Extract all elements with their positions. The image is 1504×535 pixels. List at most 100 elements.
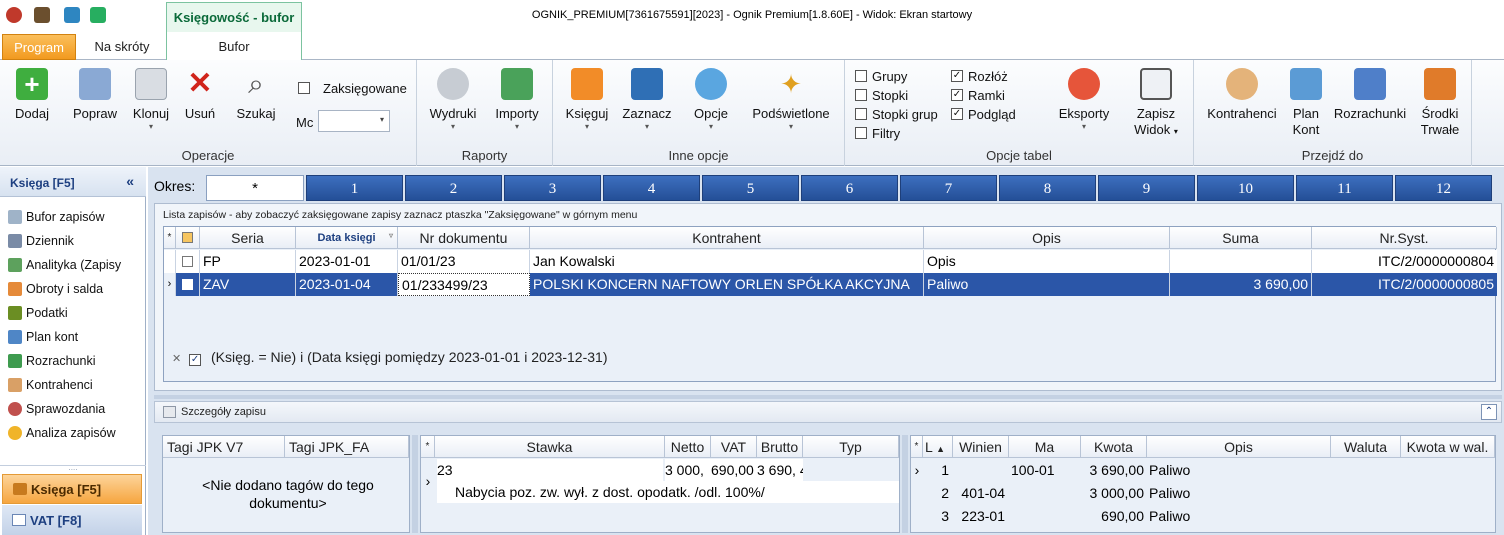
eksporty-button[interactable]: Eksporty ▾ [1051, 68, 1117, 132]
app-icon[interactable] [6, 7, 22, 23]
col-header-stawka[interactable]: Stawka [435, 436, 665, 458]
panel-splitter[interactable] [154, 395, 1502, 399]
nav-ksiega-button[interactable]: Księga [F5] [2, 474, 142, 504]
wydruki-button[interactable]: Wydruki ▾ [427, 68, 479, 132]
col-header-tagi-jpk-fa[interactable]: Tagi JPK_FA [285, 436, 409, 458]
cell-kwota[interactable]: 3 690,00 [1081, 459, 1147, 481]
okres-tab-8[interactable]: 8 [999, 175, 1096, 201]
tags-splitter[interactable] [412, 435, 418, 533]
vat-splitter[interactable] [902, 435, 908, 533]
quick-access-icon[interactable] [64, 7, 80, 23]
filter-icon[interactable]: ▿ [389, 225, 393, 247]
filter-enabled-checkbox[interactable]: ✓ [189, 354, 202, 366]
col-header-netto[interactable]: Netto [665, 436, 711, 458]
col-header-brutto[interactable]: Brutto [757, 436, 803, 458]
cell-nr-dokumentu[interactable]: 01/01/23 [398, 250, 530, 273]
tab-na-skroty[interactable]: Na skróty [80, 32, 164, 60]
nav-vat-button[interactable]: VAT [F8] [2, 505, 142, 535]
mc-select[interactable]: ▾ [318, 110, 390, 132]
cell-suma[interactable] [1170, 250, 1312, 273]
cell-brutto[interactable]: 3 690, 4 [757, 459, 803, 481]
szukaj-button[interactable]: ⌕ Szukaj [232, 68, 280, 122]
okres-tab-4[interactable]: 4 [603, 175, 700, 201]
rozloz-box-checked[interactable]: ✓ [951, 70, 963, 82]
okres-tab-10[interactable]: 10 [1197, 175, 1294, 201]
select-all-checkbox[interactable] [176, 227, 200, 249]
sidebar-item-podatki[interactable]: Podatki [8, 302, 144, 324]
cell-opis-entry[interactable]: Paliwo [1147, 459, 1331, 481]
cell-winien[interactable]: 401-04 [953, 482, 1009, 504]
cell-nr-syst[interactable]: ITC/2/0000000804 [1312, 250, 1497, 273]
sidebar-item-analiza-zapisow[interactable]: Analiza zapisów [8, 422, 144, 444]
okres-tab-6[interactable]: 6 [801, 175, 898, 201]
col-header-tagi-jpk-v7[interactable]: Tagi JPK V7 [163, 436, 285, 458]
rozrachunki-button[interactable]: Rozrachunki [1332, 68, 1408, 122]
col-header-waluta[interactable]: Waluta [1331, 436, 1401, 458]
col-header-opis-entry[interactable]: Opis [1147, 436, 1331, 458]
cell-winien[interactable]: 223-01 [953, 505, 1009, 527]
stopki-box[interactable] [855, 89, 867, 101]
col-header-typ[interactable]: Typ [803, 436, 899, 458]
col-header-l[interactable]: L ▲ [923, 436, 953, 458]
podglad-checkbox[interactable]: ✓ Podgląd [951, 105, 1016, 123]
stopki-grup-checkbox[interactable]: Stopki grup [855, 105, 938, 123]
plan-kont-button[interactable]: Plan Kont [1286, 68, 1326, 138]
sidebar-item-plan-kont[interactable]: Plan kont [8, 326, 144, 348]
sidebar-item-sprawozdania[interactable]: Sprawozdania [8, 398, 144, 420]
ramki-box-checked[interactable]: ✓ [951, 89, 963, 101]
okres-tab-9[interactable]: 9 [1098, 175, 1195, 201]
cell-vat[interactable]: 690,00 [711, 459, 757, 481]
cell-data[interactable]: 2023-01-01 [296, 250, 398, 273]
okres-tab-12[interactable]: 12 [1395, 175, 1492, 201]
col-header-vat[interactable]: VAT [711, 436, 757, 458]
col-header-opis[interactable]: Opis [924, 227, 1170, 249]
cell-kontrahent[interactable]: POLSKI KONCERN NAFTOWY ORLEN SPÓŁKA AKCY… [530, 273, 924, 296]
grupy-checkbox[interactable]: Grupy [855, 67, 907, 85]
calculator-icon[interactable] [34, 7, 50, 23]
collapse-icon[interactable]: « [126, 173, 134, 189]
stopki-grup-box[interactable] [855, 108, 867, 120]
klonuj-button[interactable]: Klonuj ▾ [128, 68, 174, 132]
zaksiegowane-checkbox[interactable]: Zaksięgowane [298, 79, 407, 97]
tab-bufor[interactable]: Bufor [166, 32, 302, 60]
cell-l[interactable]: 1 [923, 459, 953, 481]
cell-kwota[interactable]: 690,00 [1081, 505, 1147, 527]
col-header-nr-syst[interactable]: Nr.Syst. [1312, 227, 1497, 249]
sidebar-splitter[interactable]: .... [0, 464, 146, 472]
cell-suma[interactable]: 3 690,00 [1170, 273, 1312, 296]
row-checkbox[interactable] [176, 273, 200, 296]
col-header-kwota-w-wal[interactable]: Kwota w wal. [1401, 436, 1495, 458]
sidebar-item-kontrahenci[interactable]: Kontrahenci [8, 374, 144, 396]
cell-nr-syst[interactable]: ITC/2/0000000805 [1312, 273, 1497, 296]
zapisz-widok-button[interactable]: Zapisz Widok ▾ [1125, 68, 1187, 140]
cell-opis[interactable]: Paliwo [924, 273, 1170, 296]
cell-l[interactable]: 2 [923, 482, 953, 504]
okres-tab-2[interactable]: 2 [405, 175, 502, 201]
sidebar-item-dziennik[interactable]: Dziennik [8, 230, 144, 252]
filtry-checkbox[interactable]: Filtry [855, 124, 900, 142]
cell-opis-entry[interactable]: Paliwo [1147, 482, 1331, 504]
col-header-data-ksiegi[interactable]: Data księgi ▿ [296, 227, 398, 249]
sidebar-item-bufor-zapisow[interactable]: Bufor zapisów [8, 206, 144, 228]
col-header-nr-dokumentu[interactable]: Nr dokumentu [398, 227, 530, 249]
cell-seria[interactable]: FP [200, 250, 296, 273]
dodaj-button[interactable]: + Dodaj [8, 68, 56, 122]
clear-filter-icon[interactable]: ✕ [172, 353, 181, 365]
podswietlone-button[interactable]: ✦ Podświetlone ▾ [747, 68, 835, 132]
refresh-icon[interactable] [90, 7, 106, 23]
sidebar-item-obroty-salda[interactable]: Obroty i salda [8, 278, 144, 300]
col-header-kontrahent[interactable]: Kontrahent [530, 227, 924, 249]
cell-netto[interactable]: 3 000, [665, 459, 711, 481]
okres-tab-3[interactable]: 3 [504, 175, 601, 201]
ksieguj-button[interactable]: Księguj ▾ [561, 68, 613, 132]
collapse-up-icon[interactable]: ⌃ [1481, 404, 1497, 420]
row-checkbox[interactable] [176, 250, 200, 273]
cell-l[interactable]: 3 [923, 505, 953, 527]
cell-stawka[interactable]: 23 [437, 459, 663, 481]
opcje-button[interactable]: Opcje ▾ [687, 68, 735, 132]
okres-tab-11[interactable]: 11 [1296, 175, 1393, 201]
rozloz-checkbox[interactable]: ✓ Rozłóż [951, 67, 1008, 85]
ramki-checkbox[interactable]: ✓ Ramki [951, 86, 1005, 104]
zaznacz-button[interactable]: Zaznacz ▾ [619, 68, 675, 132]
usun-button[interactable]: ✕ Usuń [178, 68, 222, 122]
